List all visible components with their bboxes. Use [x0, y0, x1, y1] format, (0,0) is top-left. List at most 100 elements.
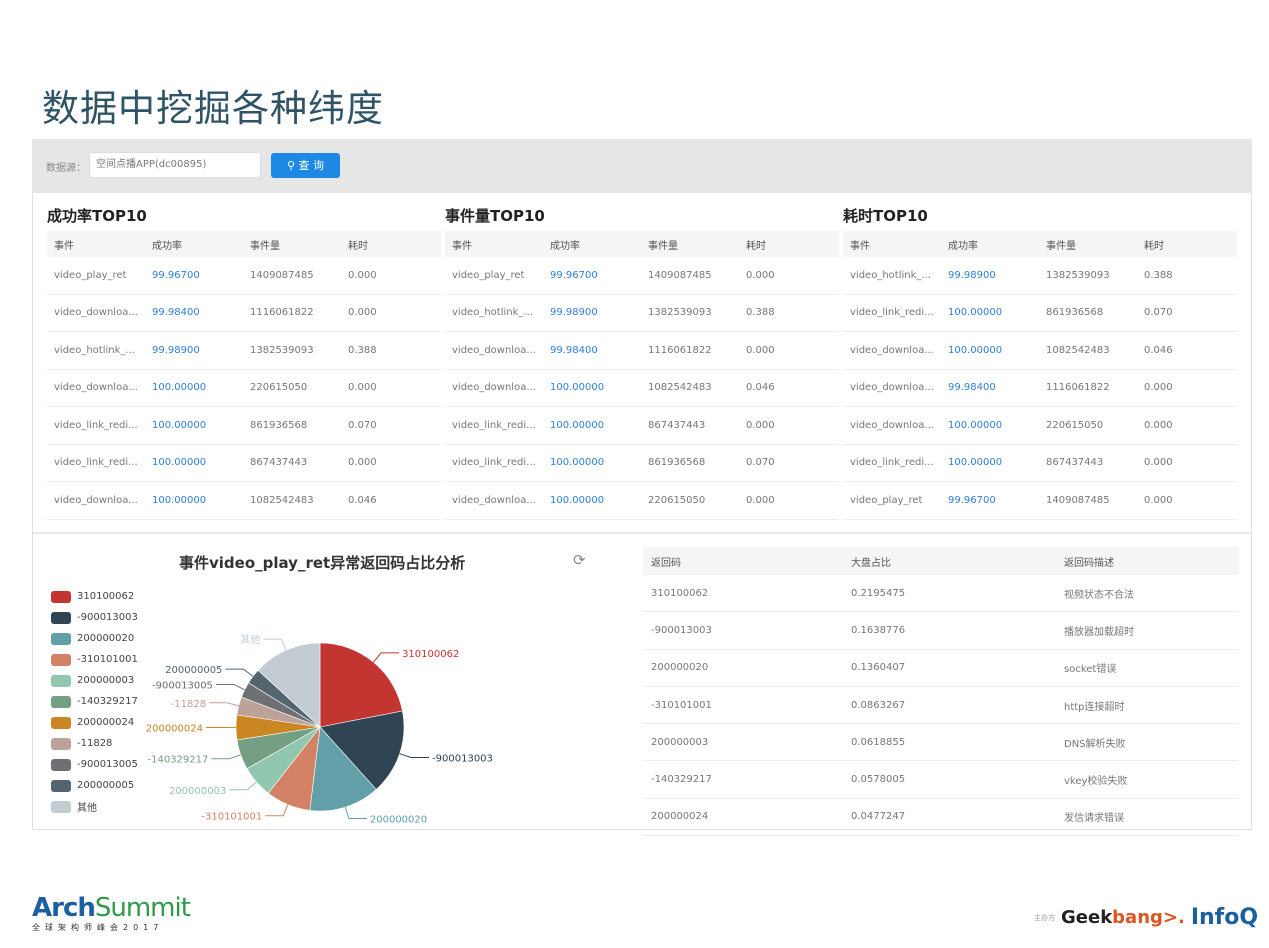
column-header[interactable]: 成功率 — [543, 237, 641, 252]
geekbang-logo-text-a: Geek — [1061, 907, 1113, 928]
table-row[interactable]: video_link_redi... 100.00000 861936568 0.07… — [843, 295, 1237, 332]
table-row[interactable]: video_play_ret 99.96700 1409087485 0.000 — [843, 482, 1237, 520]
column-header[interactable]: 成功率 — [145, 237, 243, 252]
table-cell: 0.070 — [1144, 307, 1173, 319]
table-cell: video_play_ret — [850, 494, 923, 506]
table-row[interactable]: 200000024 0.0477247 发信请求错误 — [643, 799, 1239, 837]
table-cell: 100.00000 — [948, 307, 1003, 319]
table-row[interactable]: video_downloa... 100.00000 1082542483 0.046 — [843, 332, 1237, 370]
table-cell: 99.96700 — [948, 494, 996, 506]
label-line — [215, 683, 245, 691]
table-cell: 0.0863267 — [851, 699, 906, 711]
label-line — [225, 668, 254, 677]
query-button[interactable]: ⚲ 查 询 — [271, 153, 340, 178]
table-row[interactable]: video_downloa... 99.98400 1116061822 0.000 — [843, 370, 1237, 407]
column-header[interactable]: 事件量 — [1039, 237, 1137, 252]
slice-label: 200000005 — [165, 665, 222, 676]
column-header[interactable]: 事件 — [47, 237, 145, 252]
table-row[interactable]: video_downloa... 100.00000 220615050 0.000 — [445, 482, 839, 520]
table-row[interactable]: video_downloa... 100.00000 1082542483 0.046 — [445, 370, 839, 407]
geekbang-logo: Geekbang>. — [1061, 907, 1185, 928]
table-cell: 200000003 — [651, 736, 709, 748]
table-cell: 1082542483 — [250, 494, 314, 506]
geekbang-logo-text-b: bang>. — [1112, 907, 1185, 928]
table-title: 耗时TOP10 — [843, 207, 928, 225]
table-cell: 867437443 — [1046, 457, 1104, 469]
table-row[interactable]: video_downloa... 100.00000 220615050 0.000 — [843, 407, 1237, 445]
slide-title: 数据中挖掘各种纬度 — [42, 87, 384, 130]
table-cell: 0.070 — [348, 419, 377, 431]
column-header[interactable]: 耗时 — [739, 237, 837, 252]
logo-summit: Summit — [94, 893, 191, 923]
column-header[interactable]: 耗时 — [341, 237, 439, 252]
table-cell: 0.000 — [348, 457, 377, 469]
slice-label: 200000020 — [370, 815, 427, 826]
table-row[interactable]: video_downloa... 99.98400 1116061822 0.000 — [47, 295, 441, 332]
table-cell: DNS解析失败 — [1064, 738, 1126, 750]
column-header[interactable]: 事件量 — [641, 237, 739, 252]
table-row[interactable]: -140329217 0.0578005 vkey校验失败 — [643, 761, 1239, 799]
table-row[interactable]: video_link_redi... 100.00000 861936568 0.07… — [445, 445, 839, 482]
table-cell: video_downloa... — [54, 494, 138, 506]
table-cell: 100.00000 — [550, 494, 605, 506]
table-cell: 99.96700 — [152, 269, 200, 281]
table-cell: 99.96700 — [550, 269, 598, 281]
table-cell: 99.98400 — [948, 382, 996, 394]
table-row[interactable]: video_hotlink_... 99.98900 1382539093 0.388 — [843, 257, 1237, 295]
return-code-table: 返回码 大盘占比 返回码描述 310100062 0.2195475 视频状态不合法 -90… — [643, 547, 1239, 837]
label-line — [229, 781, 257, 791]
table-row[interactable]: video_downloa... 99.98400 1116061822 0.000 — [445, 332, 839, 370]
table-row[interactable]: video_downloa... 100.00000 1082542483 0.046 — [47, 482, 441, 520]
table-header: 事件 成功率 事件量 耗时 — [445, 231, 839, 257]
slice-label: -310101001 — [201, 812, 262, 823]
table-cell: video_downloa... — [850, 419, 934, 431]
table-row[interactable]: video_hotlink_... 99.98900 1382539093 0.388 — [445, 295, 839, 332]
infoq-logo: InfoQ — [1190, 905, 1259, 930]
table-cell: video_link_redi... — [850, 307, 934, 319]
table-row[interactable]: 200000003 0.0618855 DNS解析失败 — [643, 724, 1239, 762]
table-header: 事件 成功率 事件量 耗时 — [47, 231, 441, 257]
table-cell: 0.046 — [746, 382, 775, 394]
table-row[interactable]: video_link_redi... 100.00000 861936568 0.07… — [47, 407, 441, 445]
sponsor-logos: 主办方 Geekbang>. InfoQ — [1034, 905, 1258, 930]
table-row[interactable]: 310100062 0.2195475 视频状态不合法 — [643, 575, 1239, 613]
table-cell: video_link_redi... — [452, 457, 536, 469]
table-cell: video_downloa... — [54, 382, 138, 394]
table-cell: 99.98400 — [550, 344, 598, 356]
table-row[interactable]: video_hotlink_... 99.98900 1382539093 0.388 — [47, 332, 441, 370]
table-cell: 1409087485 — [1046, 494, 1110, 506]
column-header[interactable]: 成功率 — [941, 237, 1039, 252]
slice-label: 其他 — [240, 633, 260, 646]
table-cell: 100.00000 — [948, 419, 1003, 431]
table-row[interactable]: video_play_ret 99.96700 1409087485 0.000 — [47, 257, 441, 295]
table-cell: video_downloa... — [850, 382, 934, 394]
label-line — [373, 652, 400, 663]
table-cell: 0.388 — [348, 344, 377, 356]
table-cell: 1116061822 — [1046, 382, 1110, 394]
table-row[interactable]: video_link_redi... 100.00000 867437443 0.00… — [445, 407, 839, 445]
table-row[interactable]: -900013003 0.1638776 播放器加载超时 — [643, 612, 1239, 650]
column-header[interactable]: 事件 — [445, 237, 543, 252]
datasource-input[interactable]: 空间点播APP(dc00895) — [89, 152, 261, 178]
table-row[interactable]: video_link_redi... 100.00000 867437443 0.00… — [47, 445, 441, 482]
column-header[interactable]: 耗时 — [1137, 237, 1235, 252]
table-cell: 0.0477247 — [851, 811, 906, 823]
table-cell: 0.0578005 — [851, 774, 906, 786]
slice-label: -900013003 — [432, 753, 493, 764]
table-cell: video_hotlink_... — [54, 344, 135, 356]
column-header[interactable]: 事件量 — [243, 237, 341, 252]
datasource-label: 数据源： — [46, 163, 86, 174]
table-cell: -900013003 — [651, 624, 712, 636]
table-row[interactable]: video_link_redi... 100.00000 867437443 0.00… — [843, 445, 1237, 482]
table-row[interactable]: -310101001 0.0863267 http连接超时 — [643, 687, 1239, 725]
query-label: 查 询 — [298, 159, 325, 172]
table-cell: video_downloa... — [452, 344, 536, 356]
table-row[interactable]: 200000020 0.1360407 socket错误 — [643, 650, 1239, 687]
table-cell: 0.000 — [348, 382, 377, 394]
label-line — [399, 753, 430, 758]
table-cell: video_downloa... — [850, 344, 934, 356]
table-cell: 100.00000 — [152, 494, 207, 506]
column-header[interactable]: 事件 — [843, 237, 941, 252]
table-row[interactable]: video_play_ret 99.96700 1409087485 0.000 — [445, 257, 839, 295]
table-row[interactable]: video_downloa... 100.00000 220615050 0.000 — [47, 370, 441, 407]
